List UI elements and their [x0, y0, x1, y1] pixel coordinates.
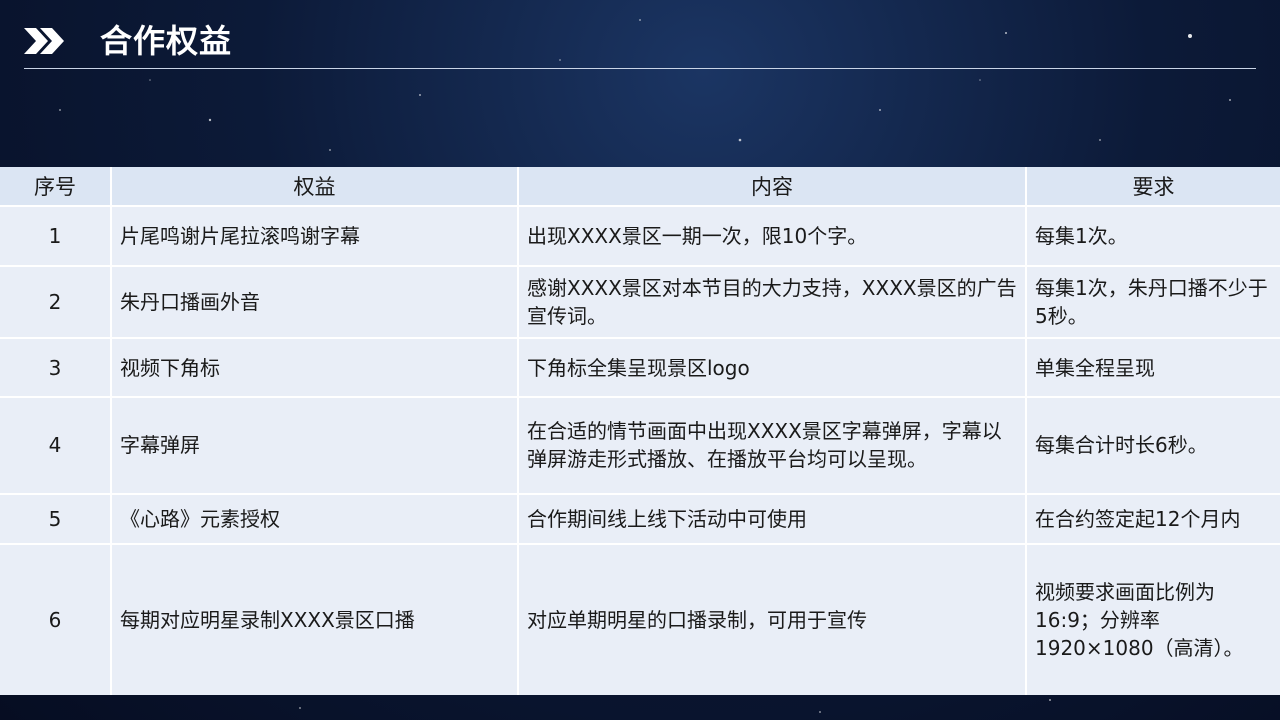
table-row: 5 《心路》元素授权 合作期间线上线下活动中可使用 在合约签定起12个月内	[0, 492, 1280, 544]
row-content: 下角标全集呈现景区logo	[518, 337, 1027, 398]
bottom-background-strip	[0, 695, 1280, 720]
rights-table: 序号 权益 内容 要求 1 片尾鸣谢片尾拉滚鸣谢字幕 出现XXXX景区一期一次，…	[0, 167, 1280, 695]
column-header-no: 序号	[0, 167, 112, 206]
row-requirement: 在合约签定起12个月内	[1026, 492, 1280, 544]
page-title: 合作权益	[100, 22, 233, 60]
column-header-content: 内容	[518, 167, 1027, 206]
row-content: 合作期间线上线下活动中可使用	[518, 492, 1027, 544]
row-requirement: 视频要求画面比例为16:9；分辨率1920×1080（高清）。	[1026, 542, 1280, 695]
row-content: 对应单期明星的口播录制，可用于宣传	[518, 542, 1027, 695]
table-header-row: 序号 权益 内容 要求	[0, 167, 1280, 206]
row-number: 6	[0, 542, 112, 695]
table-row: 3 视频下角标 下角标全集呈现景区logo 单集全程呈现	[0, 337, 1280, 398]
row-requirement: 每集1次，朱丹口播不少于5秒。	[1026, 265, 1280, 339]
title-divider	[24, 68, 1256, 69]
row-number: 5	[0, 492, 112, 544]
row-right: 视频下角标	[111, 337, 519, 398]
row-right: 《心路》元素授权	[111, 492, 519, 544]
column-header-requirement: 要求	[1026, 167, 1280, 206]
table-row: 2 朱丹口播画外音 感谢XXXX景区对本节目的大力支持，XXXX景区的广告宣传词…	[0, 265, 1280, 339]
row-number: 4	[0, 396, 112, 494]
row-requirement: 每集合计时长6秒。	[1026, 396, 1280, 494]
row-right: 每期对应明星录制XXXX景区口播	[111, 542, 519, 695]
row-requirement: 单集全程呈现	[1026, 337, 1280, 398]
column-header-right: 权益	[111, 167, 519, 206]
row-number: 1	[0, 204, 112, 267]
row-number: 3	[0, 337, 112, 398]
row-right: 片尾鸣谢片尾拉滚鸣谢字幕	[111, 204, 519, 267]
table-row: 6 每期对应明星录制XXXX景区口播 对应单期明星的口播录制，可用于宣传 视频要…	[0, 542, 1280, 695]
row-right: 朱丹口播画外音	[111, 265, 519, 339]
table-row: 4 字幕弹屏 在合适的情节画面中出现XXXX景区字幕弹屏，字幕以弹屏游走形式播放…	[0, 396, 1280, 494]
row-content: 在合适的情节画面中出现XXXX景区字幕弹屏，字幕以弹屏游走形式播放、在播放平台均…	[518, 396, 1027, 494]
row-content: 感谢XXXX景区对本节目的大力支持，XXXX景区的广告宣传词。	[518, 265, 1027, 339]
row-number: 2	[0, 265, 112, 339]
row-requirement: 每集1次。	[1026, 204, 1280, 267]
table-row: 1 片尾鸣谢片尾拉滚鸣谢字幕 出现XXXX景区一期一次，限10个字。 每集1次。	[0, 204, 1280, 267]
row-content: 出现XXXX景区一期一次，限10个字。	[518, 204, 1027, 267]
row-right: 字幕弹屏	[111, 396, 519, 494]
double-chevron-right-icon	[24, 28, 64, 54]
